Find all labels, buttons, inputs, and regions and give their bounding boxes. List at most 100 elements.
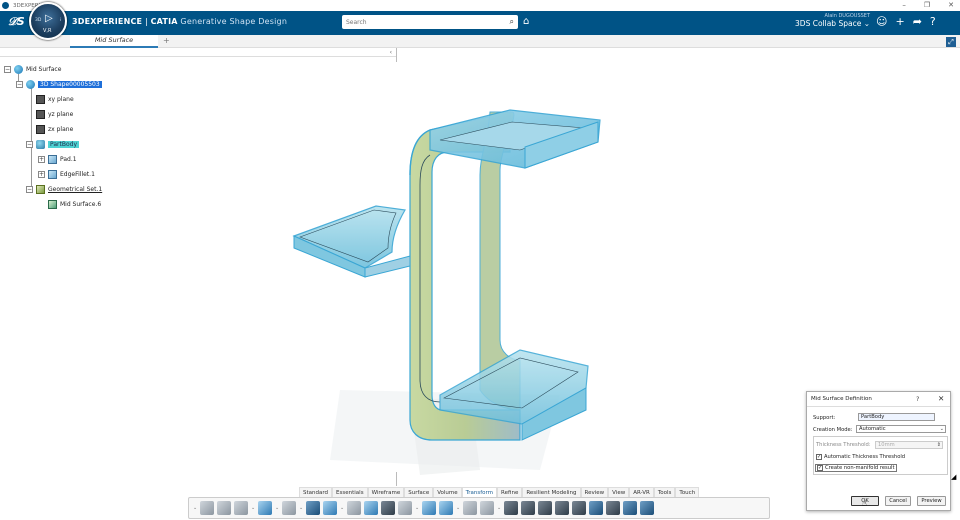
tree-node-edgefillet[interactable]: + EdgeFillet.1 <box>38 168 95 180</box>
copy-icon[interactable] <box>217 501 231 515</box>
solid-icon-7[interactable] <box>606 501 620 515</box>
solid-icon-6[interactable] <box>589 501 603 515</box>
solid-icon-2[interactable] <box>521 501 535 515</box>
dropdown-icon[interactable]: ⌄ <box>275 505 279 511</box>
checkbox-checked-icon[interactable]: ✓ <box>817 465 823 471</box>
help-icon[interactable]: ? <box>916 395 919 403</box>
expand-toggle[interactable]: + <box>38 170 45 178</box>
checkbox-checked-icon[interactable]: ✓ <box>816 454 822 460</box>
user-info[interactable]: Alain DUGOUSSET 3DS Collab Space ⌄ <box>790 13 870 28</box>
section-touch[interactable]: Touch <box>675 487 700 497</box>
close-icon[interactable]: ✕ <box>938 394 944 403</box>
section-resilient-modeling[interactable]: Resilient Modeling <box>522 487 581 497</box>
section-wireframe[interactable]: Wireframe <box>367 487 405 497</box>
share-icon[interactable]: ➦ <box>913 15 922 28</box>
brand-main: 3DEXPERIENCE <box>72 17 143 26</box>
collab-space-label: 3DS Collab Space <box>795 19 862 28</box>
compass-widget[interactable]: ▷ 3D i V,R <box>29 2 67 40</box>
tree-node-shape[interactable]: − 3D Shape00005503 <box>16 78 102 90</box>
collapse-toggle[interactable]: − <box>26 140 33 148</box>
help-icon[interactable]: ? <box>930 15 936 28</box>
tree-label-shape: 3D Shape00005503 <box>38 80 102 88</box>
action-bar-chevron-icon[interactable]: ⌄ <box>193 505 197 511</box>
search-box[interactable]: ⌕ <box>342 15 518 29</box>
tag-icon[interactable]: ⌂ <box>523 16 529 27</box>
section-tools[interactable]: Tools <box>653 487 676 497</box>
section-view[interactable]: View <box>608 487 630 497</box>
solid-icon-4[interactable] <box>555 501 569 515</box>
tree-label-fillet: EdgeFillet.1 <box>60 170 95 178</box>
scaling-icon[interactable] <box>381 501 395 515</box>
non-manifold-checkbox[interactable]: ✓ Create non-manifold result <box>815 464 897 472</box>
brand-sep: | <box>142 17 151 26</box>
affinity-icon[interactable] <box>398 501 412 515</box>
undo-icon[interactable] <box>258 501 272 515</box>
tree-node-geoset[interactable]: − Geometrical Set.1 <box>26 183 102 195</box>
tree-panel-header: ‹ <box>0 49 396 57</box>
dropdown-icon[interactable]: ⌄ <box>497 505 501 511</box>
tree-node-midsurface[interactable]: Mid Surface.6 <box>48 198 101 210</box>
tree-node-root[interactable]: − Mid Surface <box>4 63 61 75</box>
section-standard[interactable]: Standard <box>299 487 333 497</box>
preview-button[interactable]: Preview <box>917 496 946 506</box>
measure-icon[interactable] <box>480 501 494 515</box>
section-transform[interactable]: Transform <box>461 487 498 497</box>
search-icon[interactable]: ⌕ <box>510 17 514 27</box>
section-review[interactable]: Review <box>580 487 609 497</box>
section-volume[interactable]: Volume <box>433 487 462 497</box>
tree-node-pad[interactable]: + Pad.1 <box>38 153 77 165</box>
section-surface[interactable]: Surface <box>404 487 434 497</box>
mid-shelf-top <box>292 205 406 269</box>
symmetry-icon[interactable] <box>347 501 361 515</box>
dropdown-icon[interactable]: ⌄ <box>340 505 344 511</box>
search-input[interactable] <box>346 15 496 29</box>
user-icon[interactable]: ☺ <box>876 15 887 28</box>
collapse-toggle[interactable]: − <box>26 185 33 193</box>
join-icon[interactable] <box>439 501 453 515</box>
tree-node-xy-plane[interactable]: xy plane <box>36 93 74 105</box>
fullscreen-icon[interactable]: ⤢ <box>946 37 956 47</box>
dropdown-icon[interactable]: ⌄ <box>456 505 460 511</box>
grid-icon[interactable] <box>306 501 320 515</box>
update-icon[interactable] <box>282 501 296 515</box>
tree-node-yz-plane[interactable]: yz plane <box>36 108 73 120</box>
support-field[interactable]: PartBody <box>858 413 935 421</box>
extract-icon[interactable] <box>422 501 436 515</box>
dropdown-icon[interactable]: ⌄ <box>251 505 255 511</box>
play-icon[interactable]: ▷ <box>45 13 53 24</box>
pattern-icon[interactable] <box>323 501 337 515</box>
collapse-toggle[interactable]: − <box>16 80 23 88</box>
auto-threshold-checkbox[interactable]: ✓ Automatic Thickness Threshold <box>816 454 905 460</box>
tab-mid-surface[interactable]: Mid Surface <box>70 35 158 48</box>
expand-toggle[interactable]: + <box>38 155 45 163</box>
restore-button[interactable]: ❐ <box>924 0 930 11</box>
section-ar-vr[interactable]: AR-VR <box>629 487 654 497</box>
paste-icon[interactable] <box>234 501 248 515</box>
minimize-button[interactable]: – <box>902 0 906 11</box>
solid-icon-9[interactable] <box>640 501 654 515</box>
collapse-toggle[interactable]: − <box>4 65 11 73</box>
solid-icon-1[interactable] <box>504 501 518 515</box>
tree-node-partbody[interactable]: − PartBody <box>26 138 79 150</box>
bottom-splitter[interactable] <box>396 472 397 486</box>
translate-icon[interactable] <box>364 501 378 515</box>
dropdown-icon[interactable]: ⌄ <box>415 505 419 511</box>
solid-icon-8[interactable] <box>623 501 637 515</box>
add-tab-button[interactable]: + <box>163 36 170 45</box>
tree-node-zx-plane[interactable]: zx plane <box>36 123 73 135</box>
add-icon[interactable]: + <box>895 15 904 28</box>
section-essentials[interactable]: Essentials <box>332 487 368 497</box>
creation-mode-select[interactable]: Automatic ⌄ <box>856 425 946 433</box>
solid-icon-5[interactable] <box>572 501 586 515</box>
dropdown-icon[interactable]: ⌄ <box>299 505 303 511</box>
curve-icon[interactable] <box>463 501 477 515</box>
dassault-logo[interactable]: 𝒟S <box>8 15 25 29</box>
panel-splitter[interactable] <box>396 48 397 62</box>
close-window-button[interactable]: ✕ <box>948 0 954 11</box>
section-refine[interactable]: Refine <box>497 487 523 497</box>
collapse-panel-icon[interactable]: ‹ <box>390 49 392 56</box>
cut-icon[interactable] <box>200 501 214 515</box>
cancel-button[interactable]: Cancel <box>885 496 911 506</box>
collab-space-selector[interactable]: 3DS Collab Space ⌄ <box>790 19 870 28</box>
solid-icon-3[interactable] <box>538 501 552 515</box>
